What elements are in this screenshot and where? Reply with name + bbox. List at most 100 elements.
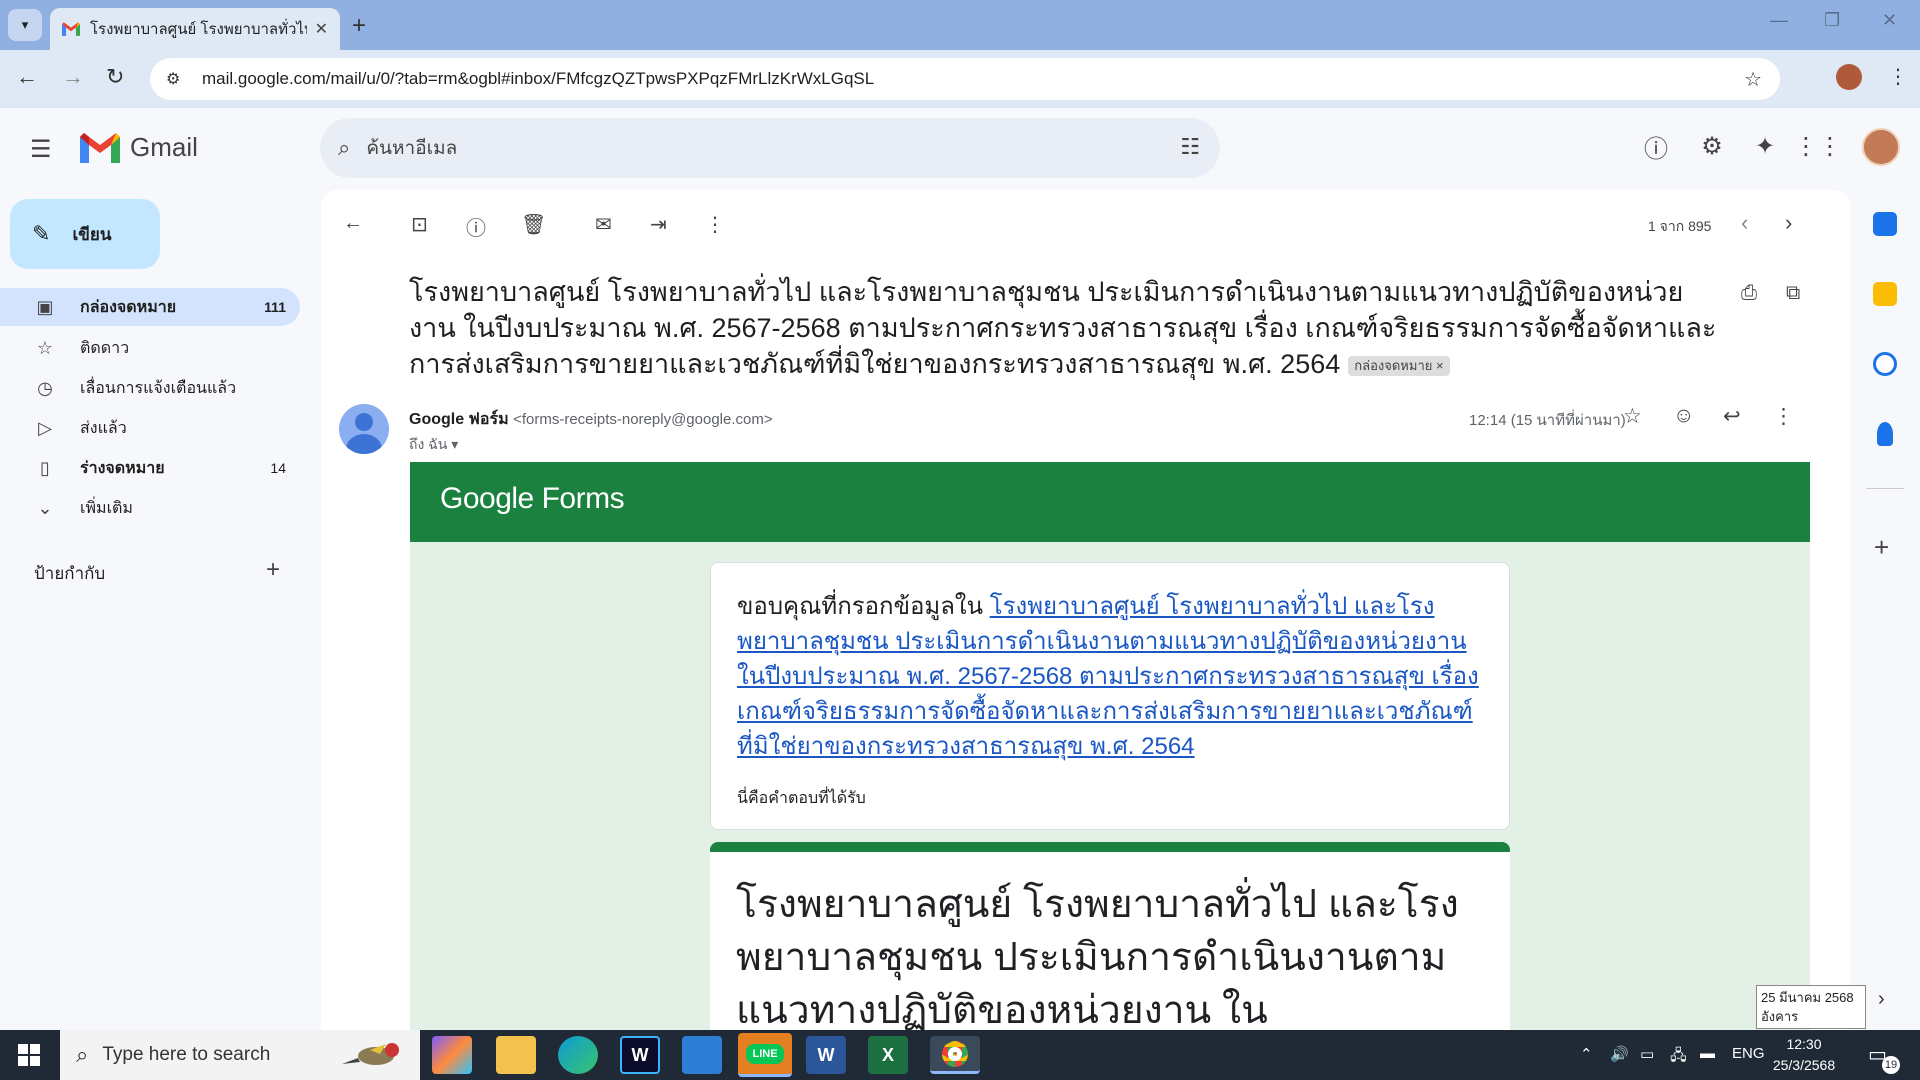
calendar-icon[interactable]: [1873, 212, 1897, 236]
tab-search-chevron-icon[interactable]: ▾: [8, 9, 42, 41]
tab-close-icon[interactable]: ✕: [315, 19, 328, 39]
star-email-icon[interactable]: ☆: [1623, 404, 1642, 429]
search-input[interactable]: ค้นหาอีเมล: [366, 133, 457, 163]
tab-title: โรงพยาบาลศูนย์ โรงพยาบาลทั่วไป แล: [90, 21, 307, 38]
move-to-icon[interactable]: ⇥: [650, 212, 667, 237]
contacts-icon[interactable]: [1877, 422, 1893, 446]
taskbar-clock[interactable]: 12:30 25/3/2568: [1764, 1034, 1844, 1076]
windows-taskbar: ⌕ Type here to search W LINE W X ⌃ 🔊 ▭ 🖧…: [0, 1030, 1920, 1080]
reload-icon[interactable]: ↻: [106, 64, 124, 90]
nav-count: 111: [264, 299, 286, 315]
reply-icon[interactable]: ↩: [1723, 404, 1741, 429]
bookmark-star-icon[interactable]: ☆: [1744, 67, 1762, 92]
windows-start-icon[interactable]: [18, 1044, 40, 1066]
file-explorer-icon[interactable]: [496, 1036, 536, 1074]
search-highlight-bird-icon: [342, 1043, 399, 1065]
network-icon[interactable]: 🖧: [1670, 1045, 1687, 1070]
nav-label: กล่องจดหมาย: [80, 298, 177, 316]
restore-icon[interactable]: ❐: [1824, 10, 1840, 31]
window-close-icon[interactable]: ✕: [1882, 10, 1897, 31]
forward-arrow-icon[interactable]: →: [62, 64, 84, 90]
back-arrow-icon[interactable]: ←: [16, 64, 38, 90]
taskbar-search-box[interactable]: ⌕ Type here to search: [60, 1030, 420, 1080]
gemini-sparkle-icon[interactable]: ✦: [1749, 130, 1781, 162]
excel-app-icon[interactable]: X: [868, 1036, 908, 1074]
print-icon[interactable]: ⎙: [1741, 282, 1757, 305]
search-bar[interactable]: ⌕ ค้นหาอีเมล ☷: [320, 118, 1220, 178]
copilot-app-icon[interactable]: [432, 1036, 472, 1074]
main-menu-icon[interactable]: ☰: [30, 135, 56, 164]
nav-item-more[interactable]: ⌄ เพิ่มเติม: [0, 489, 300, 527]
label-chip-text: กล่องจดหมาย: [1354, 357, 1433, 373]
search-icon: ⌕: [76, 1042, 89, 1067]
nav-count: 14: [270, 460, 286, 476]
chrome-app-icon[interactable]: [930, 1036, 980, 1074]
keep-icon[interactable]: [1873, 282, 1897, 306]
nav-item-sent[interactable]: ▷ ส่งแล้ว: [0, 409, 300, 447]
tray-chevron-up-icon[interactable]: ⌃: [1580, 1045, 1593, 1063]
form-title-card: โรงพยาบาลศูนย์ โรงพยาบาลทั่วไป และโรงพยา…: [710, 842, 1510, 1030]
mark-unread-icon[interactable]: ✉: [595, 212, 612, 237]
nav-label: ติดดาว: [80, 339, 130, 357]
archive-icon[interactable]: ⊡: [411, 212, 428, 237]
report-spam-icon[interactable]: ⓘ: [466, 212, 486, 241]
message-view: ← ⊡ ⓘ 🗑 ✉ ⇥ ⋮ 1 จาก 895 ‹ › โรงพยาบาลศูน…: [321, 190, 1850, 1030]
nav-label: เลื่อนการแจ้งเตือนแล้ว: [80, 379, 237, 397]
site-info-icon[interactable]: ⚙: [166, 69, 188, 89]
back-to-inbox-icon[interactable]: ←: [343, 212, 363, 235]
gmail-logo[interactable]: Gmail: [80, 132, 198, 163]
email-time: 12:14 (15 นาทีที่ผ่านมา): [1469, 412, 1626, 429]
nav-label: ส่งแล้ว: [80, 419, 127, 437]
account-avatar[interactable]: [1862, 128, 1900, 166]
recipient-dropdown[interactable]: ถึง ฉัน ▾: [409, 434, 458, 456]
side-panel-toggle-icon[interactable]: ›: [1878, 988, 1885, 1011]
address-bar[interactable]: ⚙ mail.google.com/mail/u/0/?tab=rm&ogbl#…: [150, 58, 1780, 100]
send-icon: ▷: [38, 417, 52, 438]
nav-item-inbox[interactable]: ▣ กล่องจดหมาย 111: [0, 288, 300, 326]
newer-chevron-icon[interactable]: ‹: [1741, 210, 1748, 236]
older-chevron-icon[interactable]: ›: [1785, 210, 1792, 236]
chrome-profile-avatar[interactable]: [1836, 64, 1862, 90]
apps-grid-icon[interactable]: ⋮⋮: [1794, 130, 1842, 162]
battery-icon[interactable]: ▬: [1700, 1045, 1715, 1062]
add-label-icon[interactable]: +: [266, 556, 280, 584]
search-options-icon[interactable]: ☷: [1180, 134, 1200, 160]
tooltip-date: 25 มีนาคม 2568: [1761, 990, 1854, 1005]
pager-text: 1 จาก 895: [1648, 218, 1712, 234]
emoji-react-icon[interactable]: ☺: [1673, 404, 1694, 428]
nav-label: ร่างจดหมาย: [80, 459, 165, 477]
volume-icon[interactable]: 🔊: [1610, 1045, 1629, 1063]
more-actions-icon[interactable]: ⋮: [705, 212, 725, 237]
email-more-icon[interactable]: ⋮: [1773, 404, 1794, 429]
edge-browser-icon[interactable]: [558, 1036, 598, 1074]
google-forms-header: Google Forms: [410, 462, 1810, 542]
delete-trash-icon[interactable]: 🗑: [521, 212, 546, 237]
tasks-icon[interactable]: [1873, 352, 1897, 376]
help-icon[interactable]: ⓘ: [1640, 130, 1672, 163]
compose-button[interactable]: ✎ เขียน: [10, 199, 160, 269]
line-app-icon[interactable]: LINE: [738, 1033, 792, 1077]
get-addons-plus-icon[interactable]: +: [1874, 532, 1889, 563]
label-chip[interactable]: กล่องจดหมาย ×: [1348, 355, 1450, 376]
thanks-text: ขอบคุณที่กรอกข้อมูลใน โรงพยาบาลศูนย์ โรง…: [737, 589, 1483, 764]
open-new-window-icon[interactable]: ⧉: [1786, 282, 1800, 305]
subject-text: โรงพยาบาลศูนย์ โรงพยาบาลทั่วไป และโรงพยา…: [409, 277, 1717, 379]
minimize-icon[interactable]: —: [1770, 10, 1788, 31]
nav-item-snoozed[interactable]: ◷ เลื่อนการแจ้งเตือนแล้ว: [0, 369, 300, 407]
webex-app-icon[interactable]: W: [620, 1036, 660, 1074]
word-app-icon[interactable]: W: [806, 1036, 846, 1074]
photos-app-icon[interactable]: [682, 1036, 722, 1074]
chrome-menu-icon[interactable]: ⋮: [1888, 64, 1908, 89]
nav-item-drafts[interactable]: ▯ ร่างจดหมาย 14: [0, 449, 300, 487]
language-indicator[interactable]: ENG: [1732, 1045, 1765, 1062]
sender-avatar: [339, 404, 389, 454]
side-panel-divider: [1866, 488, 1904, 489]
nav-item-starred[interactable]: ☆ ติดดาว: [0, 329, 300, 367]
meet-now-icon[interactable]: ▭: [1640, 1045, 1654, 1063]
search-icon[interactable]: ⌕: [338, 135, 350, 161]
email-subject: โรงพยาบาลศูนย์ โรงพยาบาลทั่วไป และโรงพยา…: [409, 274, 1719, 382]
notification-count: 19: [1882, 1056, 1900, 1074]
browser-tab[interactable]: โรงพยาบาลศูนย์ โรงพยาบาลทั่วไป แล ✕: [50, 8, 340, 50]
new-tab-icon[interactable]: +: [352, 12, 366, 40]
settings-gear-icon[interactable]: ⚙: [1696, 130, 1728, 162]
